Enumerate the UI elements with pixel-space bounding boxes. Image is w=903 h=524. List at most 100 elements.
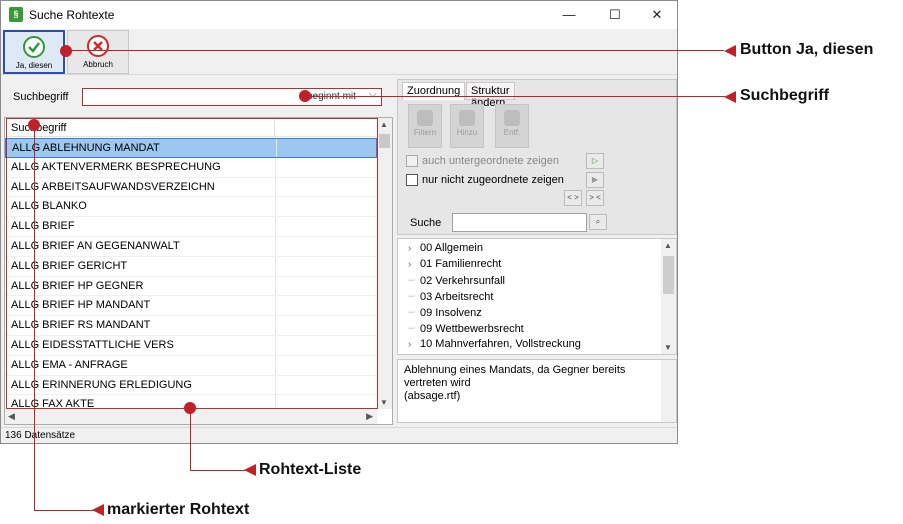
suche-input[interactable] xyxy=(452,213,587,232)
list-item-label: ALLG BRIEF GERICHT xyxy=(11,259,128,272)
list-header: Suchbegriff xyxy=(5,118,377,137)
window-title: Suche Rohtexte xyxy=(29,8,115,22)
tab-struktur-aendern[interactable]: Struktur ändern xyxy=(466,82,515,109)
maximize-button[interactable]: ☐ xyxy=(593,1,637,29)
callout-dot-ja xyxy=(60,45,72,57)
checkbox-untergeordnete[interactable] xyxy=(406,155,418,167)
chevron-right-icon[interactable]: › xyxy=(408,259,420,270)
list-item[interactable]: ALLG BLANKO xyxy=(5,197,377,218)
callout-dot-suchbegriff xyxy=(299,90,311,102)
description-line: vertreten wird xyxy=(404,377,471,389)
list-item[interactable]: ALLG BRIEF RS MANDANT xyxy=(5,316,377,336)
tree-scrollbar[interactable]: ▲ ▼ xyxy=(661,239,676,354)
dialog-window: § Suche Rohtexte — ☐ ✕ Ja, diesen Abbruc… xyxy=(0,0,678,444)
list-item-label: ALLG AKTENVERMERK BESPRECHUNG xyxy=(11,160,221,173)
tree-item[interactable]: › 01 Familienrecht xyxy=(408,258,501,270)
list-item[interactable]: ALLG EMA - ANFRAGE xyxy=(5,355,377,376)
description-box: Ablehnung eines Mandats, da Gegner berei… xyxy=(397,359,677,423)
tree-item[interactable]: ┈ 09 Wettbewerbsrecht xyxy=(408,322,524,335)
list-item[interactable]: ALLG ARBEITSAUFWANDSVERZEICHN xyxy=(5,177,377,198)
tree-item[interactable]: ┈ 09 Insolvenz xyxy=(408,306,482,319)
scroll-down-icon[interactable]: ▼ xyxy=(664,343,672,352)
scroll-thumb[interactable] xyxy=(379,134,390,148)
column-separator xyxy=(276,139,277,157)
chevron-right-icon[interactable]: › xyxy=(408,339,420,350)
description-line: Ablehnung eines Mandats, da Gegner berei… xyxy=(404,364,626,376)
ja-diesen-button[interactable]: Ja, diesen xyxy=(3,30,65,74)
column-separator xyxy=(275,276,276,296)
annotation-liste: Rohtext-Liste xyxy=(259,461,362,478)
scroll-right-icon[interactable]: ▶ xyxy=(366,411,373,422)
list-item-label: ALLG BRIEF RS MANDANT xyxy=(11,319,151,332)
column-separator xyxy=(275,296,276,316)
abbruch-button[interactable]: Abbruch xyxy=(67,30,129,74)
column-header-suchbegriff[interactable]: Suchbegriff xyxy=(5,118,275,137)
tree-connector-icon: ┈ xyxy=(408,275,415,287)
vertical-scrollbar[interactable]: ▲ ▼ xyxy=(377,118,392,409)
callout-line-markiert-h xyxy=(34,510,94,511)
list-item[interactable]: ALLG BRIEF AN GEGENANWALT xyxy=(5,236,377,257)
expand-button[interactable]: < > xyxy=(564,190,582,206)
list-item[interactable]: ALLG ERINNERUNG ERLEDIGUNG xyxy=(5,375,377,396)
list-item[interactable]: ALLG BRIEF GERICHT xyxy=(5,256,377,277)
tree-item[interactable]: › 00 Allgemein xyxy=(408,242,483,254)
checkbox-nicht-zugeordnete[interactable] xyxy=(406,174,418,186)
tree-connector-icon: ┈ xyxy=(408,291,415,303)
checkbox-nicht-zugeordnete-label: nur nicht zugeordnete zeigen xyxy=(422,174,564,186)
column-separator xyxy=(275,316,276,335)
list-item[interactable]: ALLG EIDESSTATTLICHE VERS xyxy=(5,335,377,356)
check-icon xyxy=(23,36,45,58)
list-item-label: ALLG ERINNERUNG ERLEDIGUNG xyxy=(11,378,192,391)
list-item-label: ALLG BLANKO xyxy=(11,200,87,213)
callout-line-suchbegriff xyxy=(305,96,725,97)
callout-arrow-ja xyxy=(724,45,736,57)
callout-arrow-markiert xyxy=(92,504,104,516)
entfernen-button[interactable]: Entf. xyxy=(495,104,529,148)
list-item[interactable]: ALLG AKTENVERMERK BESPRECHUNG xyxy=(5,157,377,178)
play-icon[interactable]: ▶ xyxy=(586,172,604,188)
abbruch-label: Abbruch xyxy=(83,60,113,69)
hinzu-button[interactable]: Hinzu xyxy=(450,104,484,148)
column-separator xyxy=(275,335,276,355)
ja-diesen-label: Ja, diesen xyxy=(15,61,53,70)
tree-item-label: 09 Wettbewerbsrecht xyxy=(420,323,524,335)
checkbox-untergeordnete-label: auch untergeordnete zeigen xyxy=(422,155,559,167)
chevron-right-icon[interactable]: › xyxy=(408,243,420,254)
list-item[interactable]: ALLG BRIEF HP MANDANT xyxy=(5,296,377,317)
callout-dot-liste xyxy=(184,402,196,414)
scroll-thumb[interactable] xyxy=(663,256,674,294)
zuordnung-panel: Zuordnung Struktur ändern Filtern Hinzu … xyxy=(397,79,677,235)
callout-line-liste-v xyxy=(190,408,191,470)
tree-item-label: 01 Familienrecht xyxy=(420,258,502,270)
chevron-down-icon[interactable]: ⌵ xyxy=(369,89,377,100)
add-icon xyxy=(459,110,475,126)
list-item[interactable]: ALLG BRIEF xyxy=(5,217,377,237)
filter-icon xyxy=(417,110,433,126)
play-all-icon[interactable]: ▷ xyxy=(586,153,604,169)
scroll-up-icon[interactable]: ▲ xyxy=(664,241,672,250)
tree-connector-icon: ┈ xyxy=(408,307,415,319)
callout-dot-markiert xyxy=(28,119,40,131)
minimize-button[interactable]: — xyxy=(547,1,591,29)
scroll-up-icon[interactable]: ▲ xyxy=(380,120,388,129)
tree-item[interactable]: ┈ 03 Arbeitsrecht xyxy=(408,290,493,303)
scroll-down-icon[interactable]: ▼ xyxy=(380,398,388,407)
rohtext-list: Suchbegriff ALLG ABLEHNUNG MANDAT ALLG AK… xyxy=(4,117,393,425)
collapse-button[interactable]: > < xyxy=(586,190,604,206)
description-scrollbar[interactable] xyxy=(661,360,676,422)
scroll-left-icon[interactable]: ◀ xyxy=(8,411,15,422)
tree-connector-icon: ┈ xyxy=(408,323,415,335)
record-count: 136 Datensätze xyxy=(5,430,76,441)
close-button[interactable]: ✕ xyxy=(635,1,679,29)
list-item-selected[interactable]: ALLG ABLEHNUNG MANDAT xyxy=(5,138,377,158)
tree-item-label: 09 Insolvenz xyxy=(420,307,482,319)
tree-item[interactable]: › 10 Mahnverfahren, Vollstreckung xyxy=(408,338,581,350)
filtern-button[interactable]: Filtern xyxy=(408,104,442,148)
tree-item-label: 00 Allgemein xyxy=(420,242,483,254)
tree-item[interactable]: ┈ 02 Verkehrsunfall xyxy=(408,274,505,287)
list-item-label: ALLG BRIEF HP MANDANT xyxy=(11,299,151,312)
search-icon[interactable]: ⌕ xyxy=(589,214,607,230)
tab-zuordnung[interactable]: Zuordnung xyxy=(402,82,466,100)
list-item[interactable]: ALLG BRIEF HP GEGNER xyxy=(5,276,377,297)
tree-item-label: 03 Arbeitsrecht xyxy=(420,291,494,303)
